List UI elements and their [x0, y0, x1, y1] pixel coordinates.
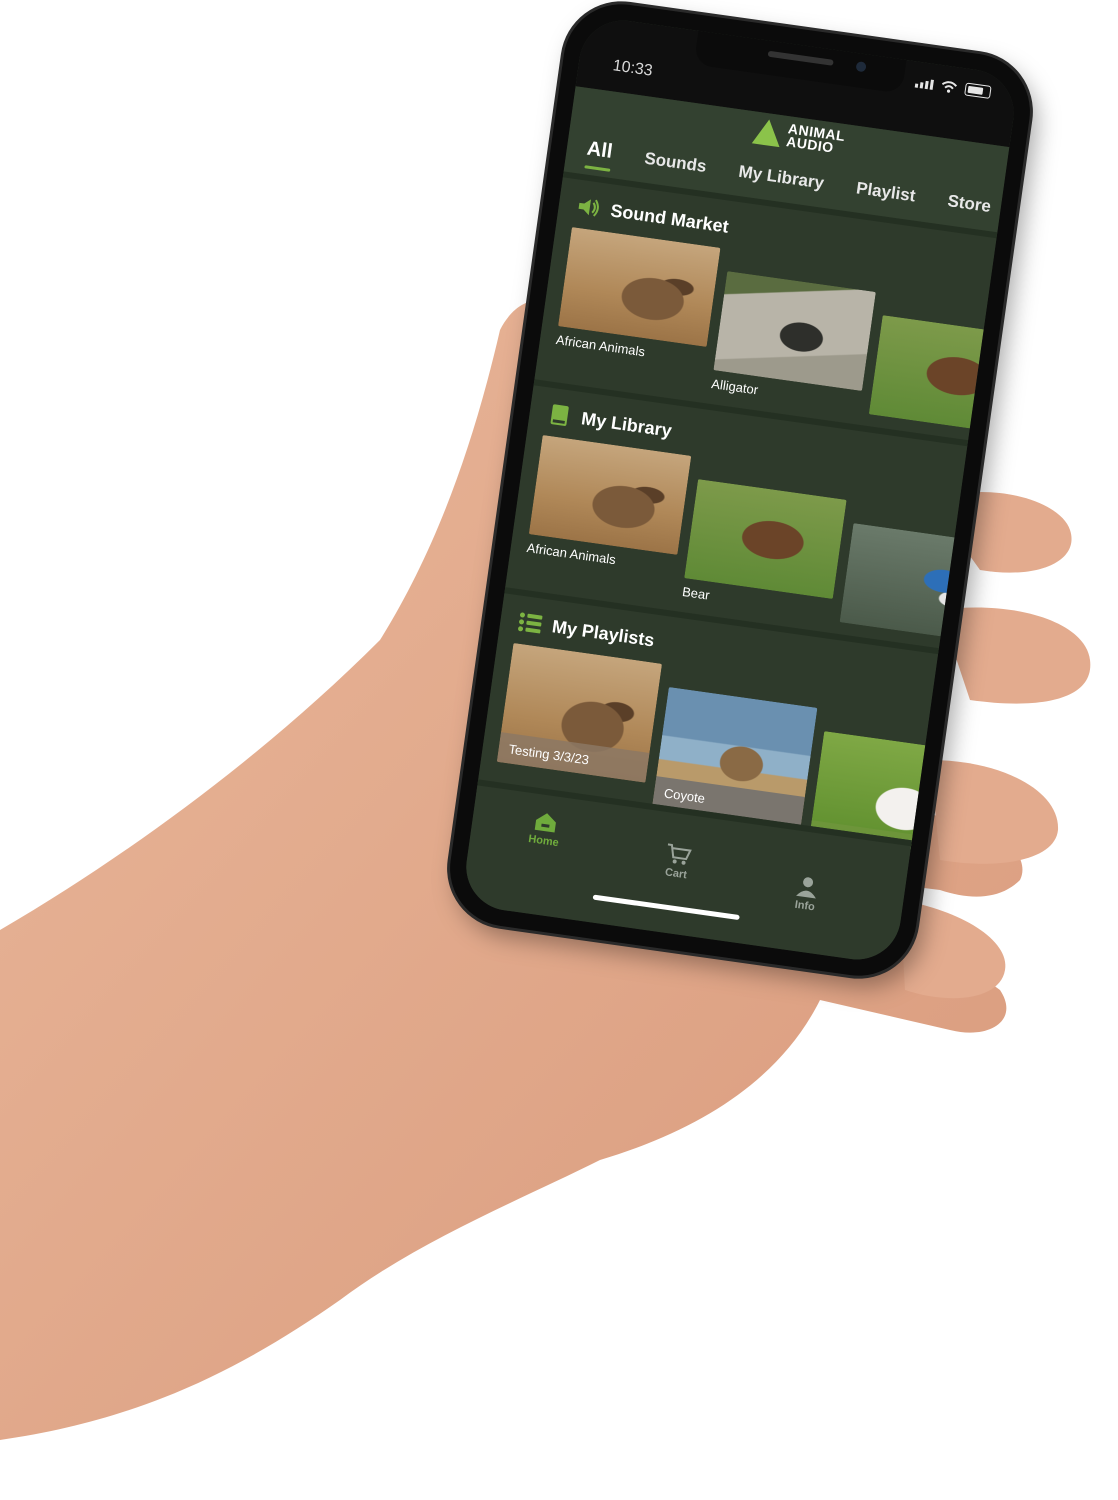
- nav-info[interactable]: Info: [793, 875, 820, 914]
- library-card-bird[interactable]: Bird: [837, 523, 962, 643]
- wifi-icon: [941, 80, 958, 93]
- cart-icon: [667, 843, 692, 865]
- tab-sounds[interactable]: Sounds: [642, 149, 707, 185]
- front-camera: [855, 61, 867, 73]
- nav-cart[interactable]: Cart: [662, 842, 693, 881]
- nav-info-label: Info: [793, 898, 816, 914]
- app-logo: ANIMAL AUDIO: [751, 117, 846, 156]
- market-card-african-animals[interactable]: African Animals: [551, 227, 721, 396]
- user-icon: [796, 877, 816, 899]
- thumbnail-image: Testing 3/3/23: [496, 642, 663, 783]
- library-card-bear[interactable]: Bear: [680, 479, 847, 627]
- thumbnail-image: [684, 479, 847, 599]
- thumbnail-image: [528, 435, 692, 555]
- thumbnail-image: [868, 315, 991, 435]
- thumbnail-image: [713, 271, 876, 392]
- tab-all[interactable]: All: [584, 137, 614, 171]
- book-icon: [546, 402, 573, 429]
- tab-store[interactable]: Store: [945, 191, 992, 225]
- nav-home-label: Home: [527, 833, 560, 850]
- list-icon: [517, 610, 544, 637]
- nav-home[interactable]: Home: [528, 809, 563, 849]
- market-card-bear[interactable]: Bear: [866, 315, 991, 435]
- logo-mark-icon: [751, 117, 784, 148]
- thumbnail-image: Coyote: [652, 687, 818, 827]
- thumbnail-image: [839, 523, 962, 643]
- tab-playlist[interactable]: Playlist: [854, 178, 917, 214]
- status-time: 10:33: [611, 57, 654, 80]
- home-icon: [534, 813, 557, 833]
- library-card-african-animals[interactable]: African Animals: [522, 435, 692, 604]
- speaker-icon: [575, 194, 602, 221]
- market-card-alligator[interactable]: Alligator: [710, 271, 876, 419]
- tab-my-library[interactable]: My Library: [736, 162, 825, 202]
- signal-icon: [914, 77, 935, 90]
- nav-cart-label: Cart: [664, 866, 688, 882]
- earpiece-speaker: [767, 50, 834, 66]
- card-label: Testing 3/3/23: [496, 732, 650, 783]
- home-indicator[interactable]: [592, 894, 740, 921]
- notch: [693, 30, 907, 94]
- thumbnail-image: [558, 227, 721, 347]
